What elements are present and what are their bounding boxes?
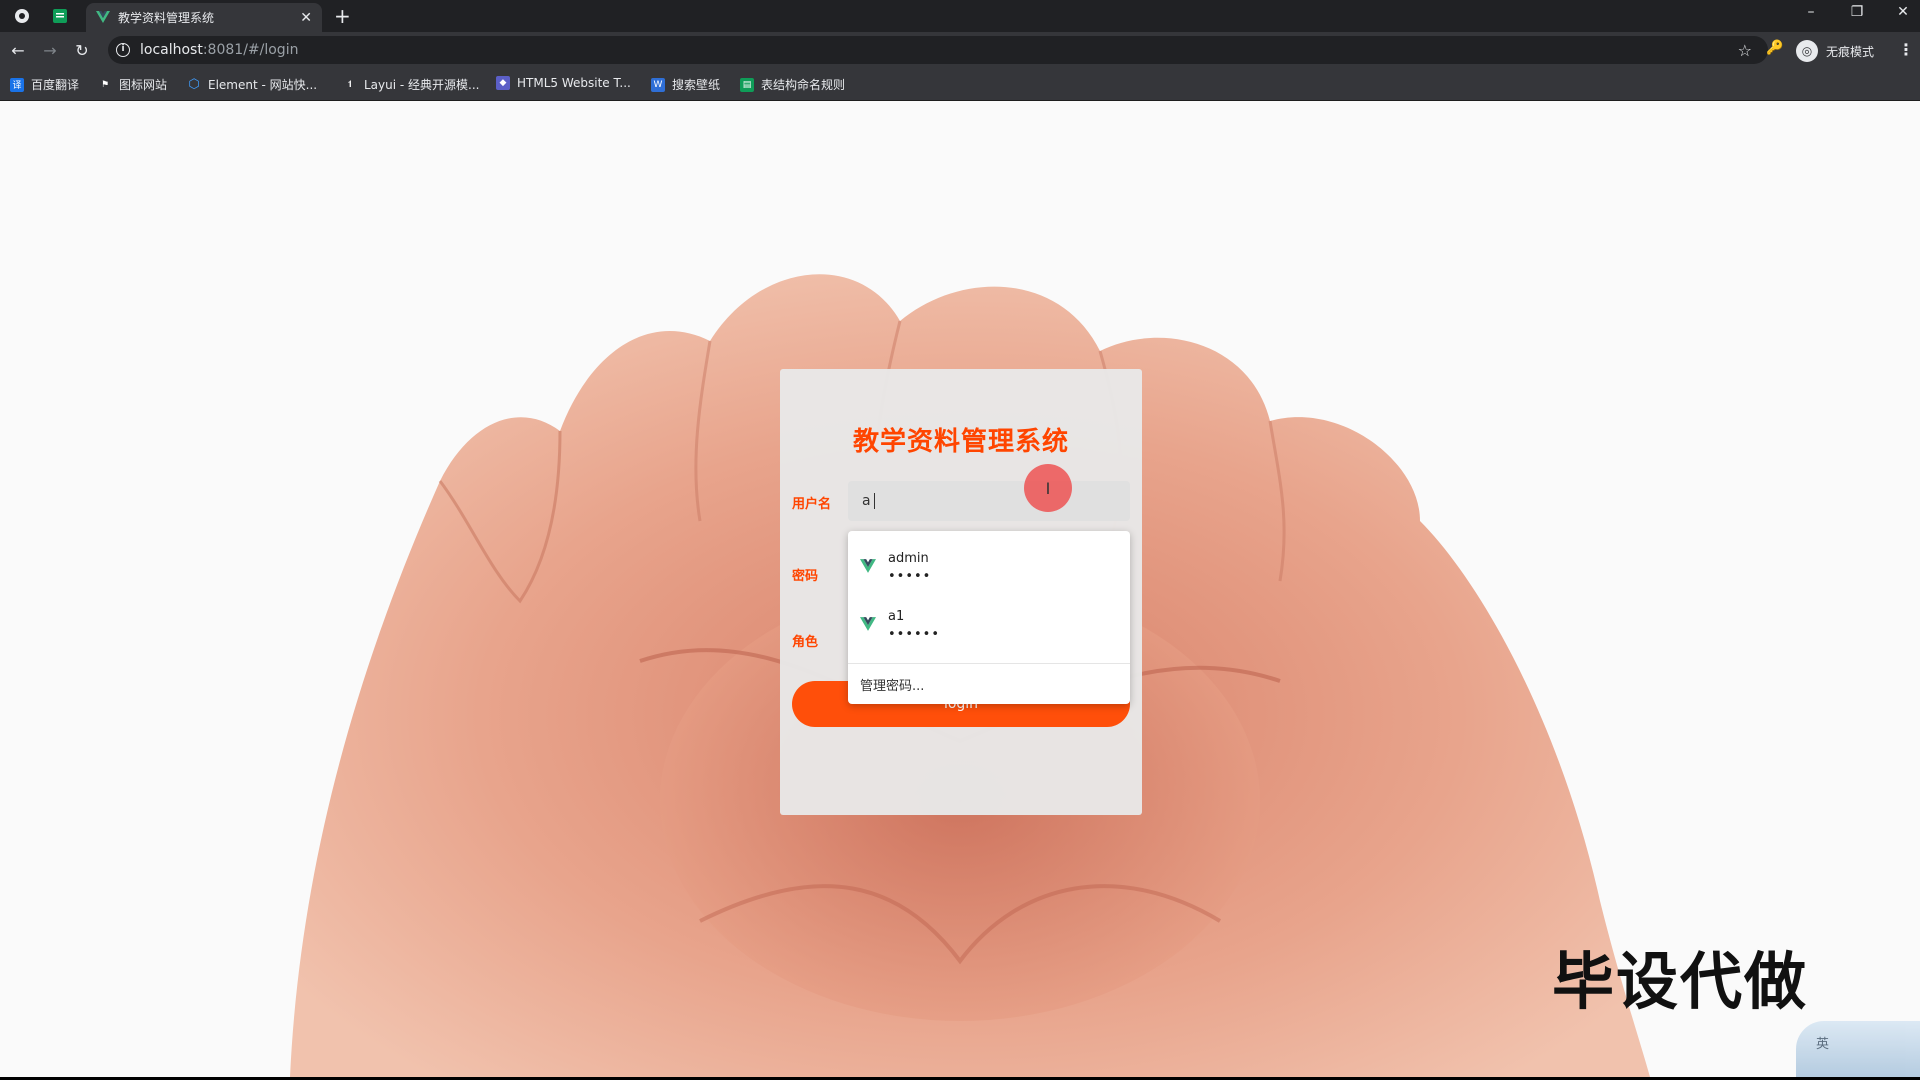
vue-logo-icon bbox=[860, 559, 876, 573]
incognito-icon: ◎ bbox=[1796, 40, 1818, 62]
autofill-password-mask: •••••• bbox=[888, 627, 941, 642]
page-viewport: 教学资料管理系统 用户名 密码 角色 login admin ••••• a1 … bbox=[0, 101, 1920, 1077]
forward-arrow-icon[interactable]: → bbox=[40, 40, 60, 60]
bookmark-icon-site[interactable]: ⚑ 图标网站 bbox=[98, 76, 167, 93]
password-key-icon[interactable]: 🔑 bbox=[1766, 40, 1783, 56]
browser-toolbar: ← → ↻ i localhost:8081/#/login ☆ bbox=[0, 32, 1920, 68]
element-hex-icon: ⬡ bbox=[188, 77, 200, 92]
ime-status-widget[interactable]: 英 bbox=[1796, 1021, 1920, 1077]
url-path: :8081/#/login bbox=[202, 42, 299, 58]
tab-close-icon[interactable]: ✕ bbox=[300, 10, 312, 26]
minimize-icon[interactable]: – bbox=[1796, 4, 1826, 20]
reload-icon[interactable]: ↻ bbox=[72, 40, 92, 60]
bookmark-wallpaper[interactable]: W 搜索壁纸 bbox=[651, 76, 720, 93]
text-caret bbox=[874, 493, 875, 509]
autofill-username: admin bbox=[888, 551, 929, 566]
bookmarks-bar: 译 百度翻译 ⚑ 图标网站 ⬡ Element - 网站快... 𝟏 Layui… bbox=[0, 68, 1920, 101]
bookmark-baidu-translate[interactable]: 译 百度翻译 bbox=[10, 76, 79, 93]
html5-icon: ◆ bbox=[496, 76, 510, 90]
window-close-icon[interactable]: ✕ bbox=[1888, 4, 1918, 20]
login-title: 教学资料管理系统 bbox=[852, 427, 1069, 457]
bookmark-label: HTML5 Website T... bbox=[517, 76, 631, 90]
address-bar[interactable]: i localhost:8081/#/login ☆ bbox=[108, 36, 1768, 64]
vue-logo-icon bbox=[860, 617, 876, 631]
watermark-text: 毕设代做 bbox=[1552, 945, 1809, 1018]
autofill-entry[interactable]: admin ••••• bbox=[848, 539, 1130, 595]
role-label: 角色 bbox=[792, 635, 819, 650]
bookmark-element[interactable]: ⬡ Element - 网站快... bbox=[187, 76, 317, 93]
password-label: 密码 bbox=[792, 569, 819, 584]
username-label: 用户名 bbox=[792, 497, 832, 512]
tab-title: 教学资料管理系统 bbox=[118, 11, 215, 25]
back-arrow-icon[interactable]: ← bbox=[8, 40, 28, 60]
autofill-password-mask: ••••• bbox=[888, 569, 932, 584]
bookmark-label: 百度翻译 bbox=[31, 78, 80, 92]
username-input[interactable] bbox=[848, 481, 1130, 521]
flag-icon: ⚑ bbox=[100, 79, 110, 90]
bookmark-table-naming[interactable]: ▤ 表结构命名规则 bbox=[740, 76, 845, 93]
pinned-tab-sheet-icon[interactable] bbox=[50, 6, 70, 26]
autofill-dropdown: admin ••••• a1 •••••• 管理密码... bbox=[848, 531, 1130, 704]
sheet-icon: ▤ bbox=[740, 77, 754, 92]
incognito-label: 无痕模式 bbox=[1826, 44, 1875, 59]
bookmark-label: 表结构命名规则 bbox=[761, 78, 846, 92]
cursor-highlight: I bbox=[1024, 464, 1072, 512]
url-host: localhost bbox=[140, 42, 203, 58]
bookmark-html5[interactable]: ◆ HTML5 Website T... bbox=[496, 76, 631, 90]
autofill-username: a1 bbox=[888, 609, 905, 624]
autofill-divider bbox=[848, 663, 1130, 664]
bookmark-label: 搜索壁纸 bbox=[672, 78, 721, 92]
translate-icon: 译 bbox=[10, 77, 24, 92]
browser-tab-strip: 教学资料管理系统 ✕ + – ❐ ✕ bbox=[0, 0, 1920, 32]
incognito-indicator[interactable]: ◎ 无痕模式 bbox=[1796, 40, 1874, 62]
active-tab[interactable]: 教学资料管理系统 ✕ bbox=[86, 3, 322, 32]
bookmark-layui[interactable]: 𝟏 Layui - 经典开源模... bbox=[343, 76, 479, 93]
bookmark-label: Layui - 经典开源模... bbox=[364, 78, 480, 92]
bookmark-label: 图标网站 bbox=[119, 78, 168, 92]
autofill-entry[interactable]: a1 •••••• bbox=[848, 597, 1130, 653]
restore-icon[interactable]: ❐ bbox=[1842, 4, 1872, 20]
layui-icon: 𝟏 bbox=[347, 79, 353, 90]
url-text: localhost:8081/#/login bbox=[140, 42, 298, 58]
ime-language-label: 英 bbox=[1816, 1037, 1830, 1052]
browser-menu-icon[interactable]: ⋮ bbox=[1898, 40, 1914, 59]
wallpaper-icon: W bbox=[651, 77, 665, 92]
bookmark-star-icon[interactable]: ☆ bbox=[1738, 41, 1752, 60]
site-info-icon[interactable]: i bbox=[116, 43, 130, 57]
manage-passwords-link[interactable]: 管理密码... bbox=[860, 675, 924, 694]
new-tab-plus-icon[interactable]: + bbox=[334, 6, 351, 26]
chrome-logo-icon[interactable] bbox=[12, 6, 32, 26]
bookmark-label: Element - 网站快... bbox=[208, 78, 318, 92]
text-cursor-icon: I bbox=[1045, 478, 1051, 498]
vue-favicon-icon bbox=[96, 8, 110, 27]
